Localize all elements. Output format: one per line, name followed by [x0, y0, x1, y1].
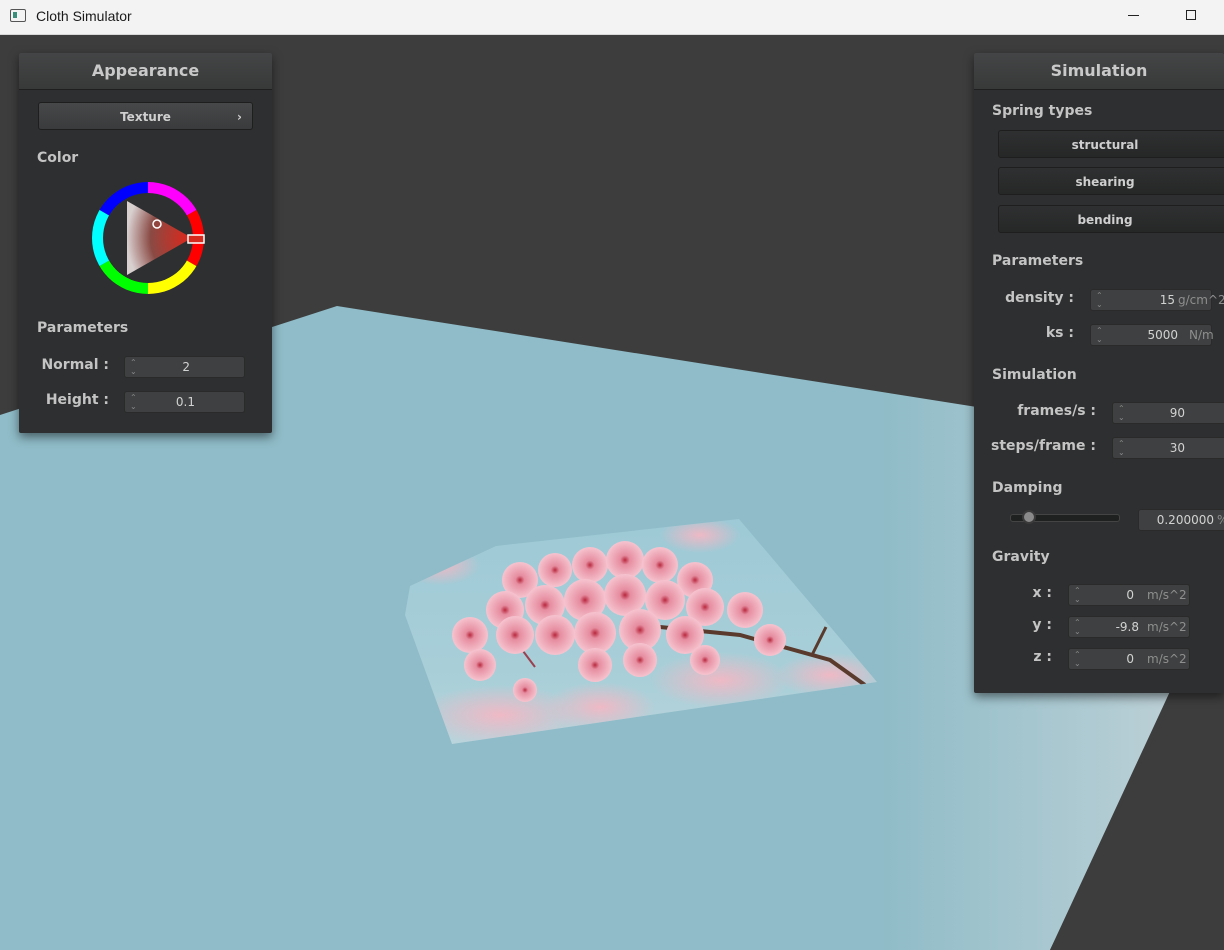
height-label: Height :	[45, 392, 109, 408]
gravity-z-unit: m/s^2	[1147, 652, 1187, 666]
appearance-header[interactable]: Appearance	[19, 53, 272, 90]
steps-label: steps/frame :	[991, 438, 1096, 454]
spinner-icon[interactable]: ⌃ ⌄	[1074, 618, 1081, 636]
gravity-z-input[interactable]: ⌃ ⌄ 0 m/s^2	[1068, 648, 1190, 670]
damping-input[interactable]: 0.200000 %	[1138, 509, 1224, 531]
gravity-y-input[interactable]: ⌃ ⌄ -9.8 m/s^2	[1068, 616, 1190, 638]
spinner-icon[interactable]: ⌃ ⌄	[1118, 439, 1125, 457]
spinner-icon[interactable]: ⌃ ⌄	[130, 393, 137, 411]
gravity-y-unit: m/s^2	[1147, 620, 1187, 634]
gravity-x-value: 0	[1126, 588, 1134, 602]
chevron-right-icon: ›	[237, 110, 242, 124]
damping-label: Damping	[992, 480, 1063, 496]
height-value: 0.1	[175, 395, 195, 409]
ks-unit: N/m	[1189, 328, 1214, 342]
normal-value: 2	[182, 360, 190, 374]
minimize-icon	[1128, 15, 1139, 16]
gravity-x-unit: m/s^2	[1147, 588, 1187, 602]
spring-types-label: Spring types	[992, 103, 1093, 119]
app-icon	[10, 9, 26, 22]
spinner-icon[interactable]: ⌃ ⌄	[130, 358, 137, 376]
spinner-icon[interactable]: ⌃ ⌄	[1074, 650, 1081, 668]
density-label: density :	[1005, 290, 1074, 306]
bending-toggle[interactable]: bending	[998, 205, 1224, 233]
gravity-y-value: -9.8	[1115, 620, 1139, 634]
gravity-x-label: x :	[1032, 585, 1052, 601]
damping-slider[interactable]	[1010, 510, 1120, 524]
fps-input[interactable]: ⌃ ⌄ 90	[1112, 402, 1224, 424]
density-unit: g/cm^2	[1178, 293, 1224, 307]
fps-label: frames/s :	[1017, 403, 1096, 419]
simulation-panel: Simulation Spring types structural shear…	[974, 53, 1224, 693]
color-wheel[interactable]	[90, 180, 210, 300]
spinner-icon[interactable]: ⌃ ⌄	[1096, 291, 1103, 309]
shearing-toggle[interactable]: shearing	[998, 167, 1224, 195]
simulation-header[interactable]: Simulation	[974, 53, 1224, 90]
texture-button-label: Texture	[120, 110, 171, 124]
ks-input[interactable]: ⌃ ⌄ 5000 N/m	[1090, 324, 1214, 346]
steps-value: 30	[1169, 441, 1185, 455]
spinner-icon[interactable]: ⌃ ⌄	[1096, 326, 1103, 344]
damping-value: 0.200000	[1156, 513, 1214, 527]
gravity-x-input[interactable]: ⌃ ⌄ 0 m/s^2	[1068, 584, 1190, 606]
color-label: Color	[37, 150, 79, 166]
spinner-icon[interactable]: ⌃ ⌄	[1074, 586, 1081, 604]
density-input[interactable]: ⌃ ⌄ 15 g/cm^2	[1090, 289, 1224, 311]
gravity-label: Gravity	[992, 549, 1050, 565]
window-title: Cloth Simulator	[36, 8, 132, 24]
normal-input[interactable]: ⌃ ⌄ 2	[124, 356, 245, 378]
simulation-section-label: Simulation	[992, 367, 1077, 383]
gravity-y-label: y :	[1032, 617, 1052, 633]
damping-slider-knob[interactable]	[1021, 510, 1036, 524]
appearance-parameters-label: Parameters	[37, 320, 129, 336]
normal-label: Normal :	[41, 357, 109, 373]
simulation-parameters-label: Parameters	[992, 253, 1084, 269]
damping-unit: %	[1217, 513, 1224, 527]
ks-value: 5000	[1147, 328, 1178, 342]
spinner-icon[interactable]: ⌃ ⌄	[1118, 404, 1125, 422]
hue-handle[interactable]	[187, 234, 205, 244]
structural-toggle[interactable]: structural	[998, 130, 1224, 158]
gravity-z-label: z :	[1033, 649, 1052, 665]
maximize-icon	[1186, 10, 1196, 20]
maximize-button[interactable]	[1162, 0, 1220, 34]
title-bar: Cloth Simulator	[0, 0, 1224, 35]
appearance-panel: Appearance Texture › Color Parameters No…	[19, 53, 272, 433]
height-input[interactable]: ⌃ ⌄ 0.1	[124, 391, 245, 413]
fps-value: 90	[1169, 406, 1185, 420]
minimize-button[interactable]	[1104, 0, 1162, 34]
density-value: 15	[1159, 293, 1175, 307]
gravity-z-value: 0	[1126, 652, 1134, 666]
steps-input[interactable]: ⌃ ⌄ 30	[1112, 437, 1224, 459]
texture-button[interactable]: Texture ›	[38, 102, 253, 130]
ks-label: ks :	[1045, 325, 1074, 341]
